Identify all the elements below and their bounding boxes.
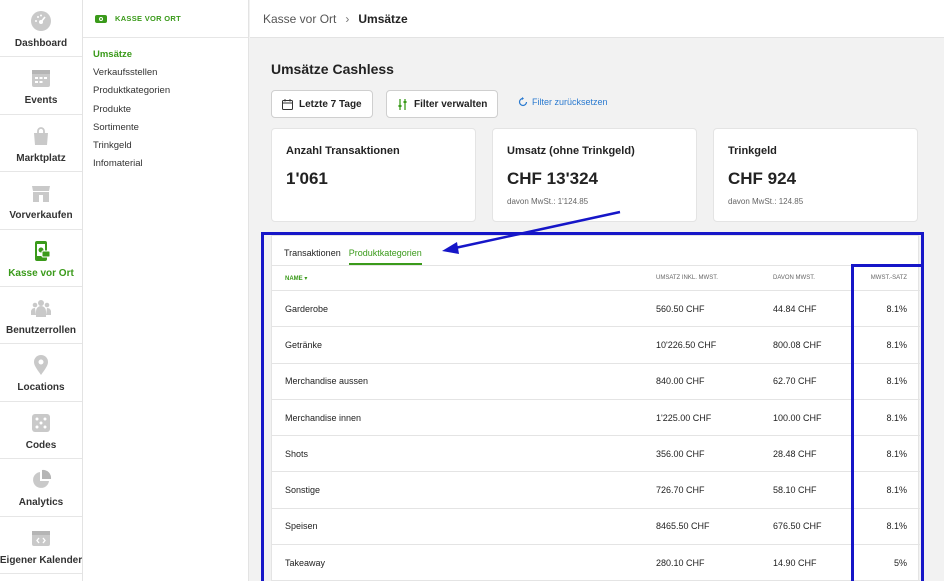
kpi-value: CHF 13'324 bbox=[507, 169, 598, 188]
kpi-card-transactions: Anzahl Transaktionen 1'061 bbox=[271, 128, 476, 222]
kpi-card-tips: Trinkgeld CHF 924 davon MwSt.: 124.85 bbox=[713, 128, 918, 222]
rail-item-kasse-vor-ort[interactable]: Kasse vor Ort bbox=[0, 230, 82, 287]
kpi-subtext: davon MwSt.: 1'124.85 bbox=[507, 197, 589, 206]
rail-item-analytics[interactable]: Analytics bbox=[0, 459, 82, 517]
rail-item-codes[interactable]: Codes bbox=[0, 402, 82, 460]
rail-label: Kasse vor Ort bbox=[8, 267, 74, 279]
rail-label: Vorverkaufen bbox=[9, 210, 73, 222]
rail-item-locations[interactable]: Locations bbox=[0, 344, 82, 402]
rail-item-marktplatz[interactable]: Marktplatz bbox=[0, 115, 82, 173]
breadcrumb-current: Umsätze bbox=[358, 11, 408, 26]
refresh-icon bbox=[518, 97, 528, 107]
filter-manage-button[interactable]: Filter verwalten bbox=[386, 90, 499, 118]
rail-label: Analytics bbox=[18, 497, 64, 509]
kpi-value: CHF 924 bbox=[728, 169, 797, 188]
rail-item-benutzerrollen[interactable]: Benutzerrollen bbox=[0, 287, 82, 345]
pie-chart-icon bbox=[30, 469, 52, 491]
breadcrumb-parent[interactable]: Kasse vor Ort bbox=[263, 12, 336, 26]
subnav-item-verkaufsstellen[interactable]: Verkaufsstellen bbox=[93, 64, 248, 82]
page-title: Umsätze Cashless bbox=[271, 61, 394, 77]
reset-filter-label: Filter zurücksetzen bbox=[532, 97, 608, 107]
map-pin-icon bbox=[30, 354, 52, 376]
subnav-item-trinkgeld[interactable]: Trinkgeld bbox=[93, 137, 248, 155]
date-range-button[interactable]: Letzte 7 Tage bbox=[271, 90, 373, 118]
kpi-title: Anzahl Transaktionen bbox=[286, 145, 400, 157]
reset-filter-link[interactable]: Filter zurücksetzen bbox=[518, 97, 608, 107]
rail-label: Dashboard bbox=[14, 38, 68, 49]
rail-label: Eigener Kalender bbox=[0, 554, 83, 566]
calendar-embed-icon bbox=[30, 527, 52, 549]
icon-rail: Dashboard Events Marktplatz Vorverkaufen… bbox=[0, 0, 83, 581]
subnav-item-infomaterial[interactable]: Infomaterial bbox=[93, 155, 248, 173]
rail-item-dashboard[interactable]: Dashboard bbox=[0, 0, 82, 58]
rail-label: Events bbox=[24, 95, 58, 107]
kpi-card-revenue: Umsatz (ohne Trinkgeld) CHF 13'324 davon… bbox=[492, 128, 697, 222]
users-icon bbox=[30, 297, 52, 319]
kpi-title: Umsatz (ohne Trinkgeld) bbox=[507, 145, 635, 157]
mobile-ticket-icon bbox=[30, 240, 52, 262]
breadcrumb-separator: › bbox=[345, 11, 350, 26]
subnav-item-sortimente[interactable]: Sortimente bbox=[93, 119, 248, 137]
kpi-value: 1'061 bbox=[286, 169, 328, 188]
sliders-icon bbox=[398, 98, 407, 110]
subnav-item-produkte[interactable]: Produkte bbox=[93, 101, 248, 119]
kpi-subtext: davon MwSt.: 124.85 bbox=[728, 197, 804, 206]
section-sidebar: KASSE VOR ORT Umsätze Verkaufsstellen Pr… bbox=[83, 0, 249, 581]
rail-label: Benutzerrollen bbox=[5, 324, 76, 336]
dice-icon bbox=[30, 412, 52, 434]
annotation-highlight-vat-rate-column bbox=[851, 264, 924, 581]
store-icon bbox=[30, 182, 52, 204]
shopping-bag-icon bbox=[30, 125, 52, 147]
annotation-highlight-panel bbox=[261, 232, 924, 581]
rail-item-events[interactable]: Events bbox=[0, 57, 82, 115]
section-heading: KASSE VOR ORT bbox=[83, 0, 248, 38]
dashboard-gauge-icon bbox=[30, 10, 52, 32]
breadcrumb: Kasse vor Ort › Umsätze bbox=[250, 0, 944, 38]
rail-item-eigener-kalender[interactable]: Eigener Kalender bbox=[0, 517, 82, 574]
rail-item-vorverkaufen[interactable]: Vorverkaufen bbox=[0, 172, 82, 230]
section-heading-label: KASSE VOR ORT bbox=[115, 14, 181, 23]
date-range-label: Letzte 7 Tage bbox=[299, 98, 362, 110]
eye-icon bbox=[95, 14, 107, 23]
filter-manage-label: Filter verwalten bbox=[414, 98, 488, 110]
calendar-icon bbox=[282, 98, 293, 110]
calendar-icon bbox=[30, 67, 52, 89]
kpi-title: Trinkgeld bbox=[728, 145, 777, 157]
rail-label: Locations bbox=[17, 382, 65, 394]
subnav-item-produktkategorien[interactable]: Produktkategorien bbox=[93, 82, 248, 100]
subnav-item-umsaetze[interactable]: Umsätze bbox=[93, 46, 248, 64]
section-nav-list: Umsätze Verkaufsstellen Produktkategorie… bbox=[83, 38, 248, 173]
rail-label: Codes bbox=[25, 439, 57, 451]
rail-label: Marktplatz bbox=[16, 152, 66, 164]
